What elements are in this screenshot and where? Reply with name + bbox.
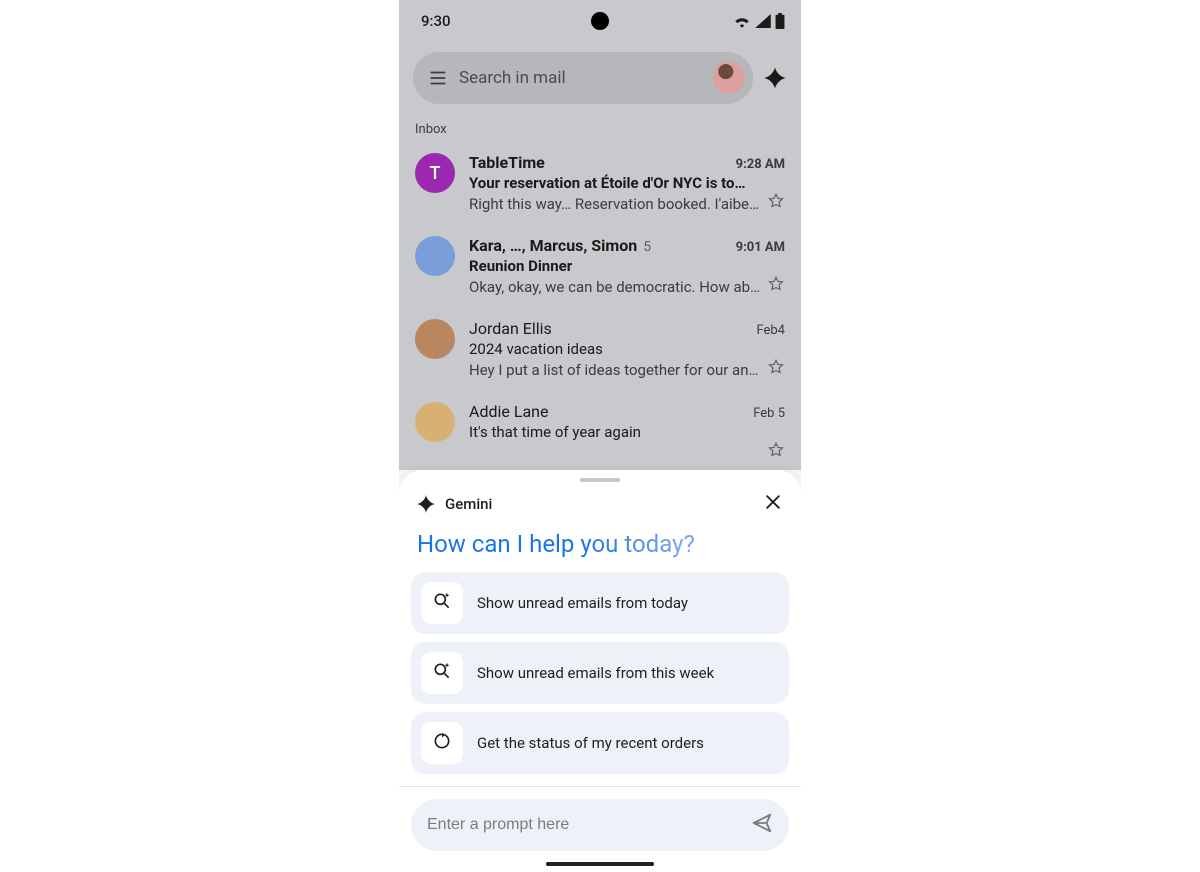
status-time: 9:30 — [421, 12, 451, 30]
email-avatar — [415, 402, 455, 442]
suggestion-icon-box — [421, 722, 463, 764]
star-icon — [767, 192, 785, 210]
email-time: 9:28 AM — [736, 157, 785, 172]
star-icon — [767, 358, 785, 376]
star-button[interactable] — [767, 441, 785, 463]
email-avatar — [415, 319, 455, 359]
email-sender: TableTime — [469, 153, 545, 172]
email-time: 9:01 AM — [736, 240, 785, 255]
phone-frame: 9:30 Search in mail Inbox — [399, 0, 801, 872]
star-button[interactable] — [767, 275, 785, 297]
gemini-headline: How can I help you today? — [399, 520, 801, 572]
email-time: Feb4 — [756, 323, 785, 338]
email-snippet: Right this way… Reservation booked. I'ai… — [469, 195, 761, 213]
suggestion-label: Show unread emails from this week — [477, 664, 714, 682]
suggestion-label: Show unread emails from today — [477, 594, 688, 612]
wifi-icon — [733, 14, 751, 28]
email-sender: Addie Lane — [469, 402, 548, 421]
suggestion-icon-box — [421, 652, 463, 694]
status-icons — [733, 13, 785, 29]
hamburger-icon[interactable] — [427, 67, 449, 89]
send-button[interactable] — [751, 812, 773, 838]
email-time: Feb 5 — [753, 406, 785, 421]
star-icon — [767, 275, 785, 293]
email-list: T TableTime 9:28 AM Your reservation at Éto… — [399, 143, 801, 475]
email-item[interactable]: Jordan Ellis Feb4 2024 vacation ideas Hey I… — [399, 309, 801, 392]
prompt-input[interactable] — [427, 816, 751, 834]
sheet-title: Gemini — [445, 495, 492, 513]
email-snippet: Okay, okay, we can be democratic. How ab… — [469, 278, 761, 296]
status-bar: 9:30 — [399, 0, 801, 42]
email-avatar: T — [415, 153, 455, 193]
suggestion-list: Show unread emails from today Show unread… — [399, 572, 801, 774]
email-snippet: Hey I put a list of ideas together for o… — [469, 361, 761, 379]
star-icon — [767, 441, 785, 459]
send-icon — [751, 812, 773, 834]
star-button[interactable] — [767, 358, 785, 380]
email-subject: Reunion Dinner — [469, 257, 785, 275]
email-item[interactable]: Addie Lane Feb 5 It's that time of year ag… — [399, 392, 801, 475]
battery-icon — [775, 13, 785, 29]
email-subject: 2024 vacation ideas — [469, 340, 785, 358]
suggestion-item[interactable]: Get the status of my recent orders — [411, 712, 789, 774]
email-item[interactable]: T TableTime 9:28 AM Your reservation at Éto… — [399, 143, 801, 226]
close-icon — [763, 492, 783, 512]
suggestion-item[interactable]: Show unread emails from today — [411, 572, 789, 634]
sheet-drag-handle[interactable] — [580, 478, 620, 482]
sparkle-icon — [417, 495, 435, 513]
search-row: Search in mail — [399, 46, 801, 110]
dimmed-overlay: 9:30 Search in mail Inbox — [399, 0, 801, 470]
android-nav-bar[interactable] — [546, 862, 654, 866]
gemini-sparkle-button[interactable] — [763, 66, 787, 90]
close-button[interactable] — [763, 492, 783, 516]
inbox-label: Inbox — [399, 110, 801, 143]
email-sender: Jordan Ellis — [469, 319, 552, 338]
camera-cutout — [591, 12, 609, 30]
suggestion-item[interactable]: Show unread emails from this week — [411, 642, 789, 704]
refresh-icon — [432, 731, 452, 755]
sheet-header: Gemini — [399, 486, 801, 520]
search-bar[interactable]: Search in mail — [413, 52, 753, 104]
email-sender: Kara, …, Marcus, Simon5 — [469, 236, 651, 255]
search-placeholder: Search in mail — [459, 68, 566, 88]
suggestion-label: Get the status of my recent orders — [477, 734, 704, 752]
input-row — [399, 787, 801, 863]
email-subject: It's that time of year again — [469, 423, 785, 441]
email-item[interactable]: Kara, …, Marcus, Simon5 9:01 AM Reunion Di… — [399, 226, 801, 309]
email-body: Kara, …, Marcus, Simon5 9:01 AM Reunion Di… — [469, 236, 785, 297]
suggestion-icon-box — [421, 582, 463, 624]
email-body: Jordan Ellis Feb4 2024 vacation ideas Hey I… — [469, 319, 785, 380]
email-body: TableTime 9:28 AM Your reservation at Étoi… — [469, 153, 785, 214]
sparkle-search-icon — [432, 661, 452, 685]
email-avatar — [415, 236, 455, 276]
email-body: Addie Lane Feb 5 It's that time of year ag… — [469, 402, 785, 463]
profile-avatar[interactable] — [713, 62, 745, 94]
cellular-icon — [755, 14, 771, 28]
gemini-bottom-sheet: Gemini How can I help you today? Show un… — [399, 470, 801, 872]
email-subject: Your reservation at Étoile d'Or NYC is t… — [469, 174, 785, 192]
prompt-input-pill[interactable] — [411, 799, 789, 851]
sparkle-search-icon — [432, 591, 452, 615]
star-button[interactable] — [767, 192, 785, 214]
